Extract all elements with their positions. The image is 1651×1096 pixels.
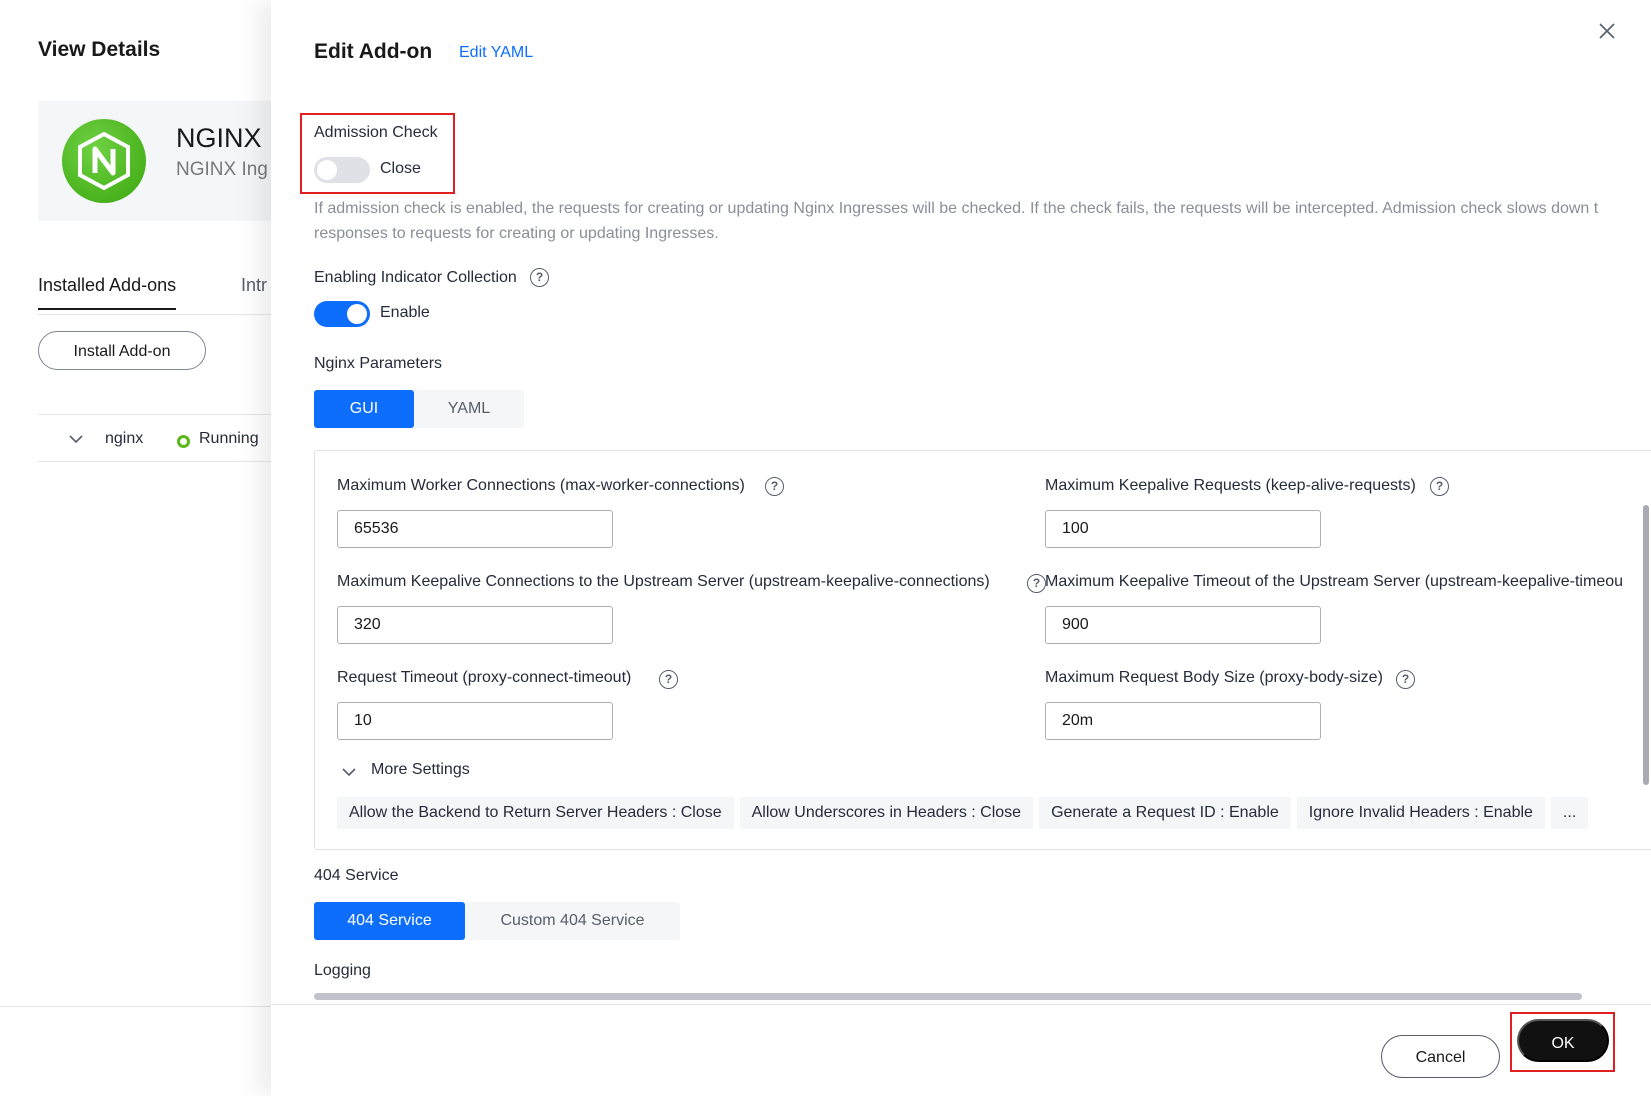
status-dot-icon: [177, 435, 190, 448]
custom-404-service-option[interactable]: Custom 404 Service: [465, 902, 680, 940]
nginx-parameters-label: Nginx Parameters: [314, 355, 443, 372]
indicator-collection-toggle[interactable]: [314, 301, 370, 327]
max-request-body-size-label: Maximum Request Body Size (proxy-body-si…: [1045, 669, 1383, 686]
more-settings-label: More Settings: [371, 761, 470, 778]
max-keepalive-requests-label: Maximum Keepalive Requests (keep-alive-r…: [1045, 477, 1416, 494]
max-request-body-size-input[interactable]: [1045, 702, 1321, 740]
more-settings-tags: Allow the Backend to Return Server Heade…: [337, 797, 1589, 829]
mode-gui-button[interactable]: GUI: [314, 390, 414, 428]
max-keepalive-requests-input[interactable]: [1045, 510, 1321, 548]
chevron-down-icon[interactable]: [68, 431, 84, 447]
logging-label: Logging: [314, 962, 371, 979]
admission-check-state: Close: [380, 160, 421, 177]
help-icon[interactable]: ?: [1430, 477, 1449, 496]
request-timeout-label: Request Timeout (proxy-connect-timeout): [337, 669, 632, 686]
toggle-knob: [347, 304, 367, 324]
page-title: View Details: [38, 38, 161, 61]
install-addon-button[interactable]: Install Add-on: [38, 331, 206, 370]
help-icon[interactable]: ?: [1027, 574, 1046, 593]
upstream-keepalive-connections-label: Maximum Keepalive Connections to the Ups…: [337, 573, 990, 590]
cancel-button[interactable]: Cancel: [1381, 1035, 1500, 1078]
addon-card-subtitle: NGINX Ing: [176, 159, 268, 180]
admission-check-description: If admission check is enabled, the reque…: [314, 200, 1599, 242]
edit-yaml-link[interactable]: Edit YAML: [459, 44, 533, 62]
help-icon[interactable]: ?: [659, 670, 678, 689]
upstream-keepalive-timeout-input[interactable]: [1045, 606, 1321, 644]
admission-check-toggle[interactable]: [314, 157, 370, 183]
setting-tag: Allow Underscores in Headers : Close: [739, 797, 1034, 829]
request-timeout-input[interactable]: [337, 702, 613, 740]
toggle-knob: [317, 160, 337, 180]
nginx-logo-icon: [62, 119, 146, 203]
indicator-collection-state: Enable: [380, 304, 430, 321]
addon-list-row[interactable]: nginx Running: [38, 414, 278, 462]
service-404-label: 404 Service: [314, 867, 399, 884]
upstream-keepalive-timeout-label: Maximum Keepalive Timeout of the Upstrea…: [1045, 573, 1624, 590]
help-icon[interactable]: ?: [530, 268, 549, 287]
edit-addon-drawer: Edit Add-on Edit YAML Admission Check Cl…: [271, 0, 1651, 1096]
upstream-keepalive-connections-input[interactable]: [337, 606, 613, 644]
tab-installed-addons[interactable]: Installed Add-ons: [38, 275, 177, 310]
tab-introduction[interactable]: Intr: [241, 275, 267, 296]
max-worker-connections-input[interactable]: [337, 510, 613, 548]
page-tabs: Installed Add-ons Intr: [38, 275, 278, 315]
help-icon[interactable]: ?: [1396, 670, 1415, 689]
setting-tag: Allow the Backend to Return Server Heade…: [337, 797, 734, 829]
setting-tag: Generate a Request ID : Enable: [1039, 797, 1291, 829]
addon-row-name: nginx: [105, 430, 144, 447]
indicator-collection-label: Enabling Indicator Collection: [314, 269, 517, 286]
status-text: Running: [199, 430, 259, 447]
admission-check-label: Admission Check: [314, 124, 438, 141]
vertical-scrollbar[interactable]: [1643, 505, 1649, 785]
help-icon[interactable]: ?: [765, 477, 784, 496]
divider: [0, 1006, 275, 1007]
horizontal-scrollbar[interactable]: [314, 993, 1582, 1000]
max-worker-connections-label: Maximum Worker Connections (max-worker-c…: [337, 477, 745, 494]
chevron-down-icon: [342, 768, 356, 777]
mode-yaml-button[interactable]: YAML: [414, 390, 524, 428]
drawer-title: Edit Add-on: [314, 40, 433, 63]
nginx-parameters-mode-switch: GUI YAML: [314, 390, 524, 428]
ok-button[interactable]: OK: [1517, 1019, 1609, 1062]
addon-card: NGINX NGINX Ing: [38, 101, 278, 221]
close-icon[interactable]: [1596, 20, 1618, 42]
nginx-parameters-panel: Maximum Worker Connections (max-worker-c…: [314, 450, 1651, 850]
addon-card-name: NGINX: [176, 123, 262, 153]
footer-divider: [271, 1004, 1651, 1005]
service-404-option[interactable]: 404 Service: [314, 902, 465, 940]
setting-tag: Ignore Invalid Headers : Enable: [1296, 797, 1545, 829]
service-404-switch: 404 Service Custom 404 Service: [314, 902, 680, 940]
more-tags-ellipsis[interactable]: ...: [1550, 797, 1589, 829]
